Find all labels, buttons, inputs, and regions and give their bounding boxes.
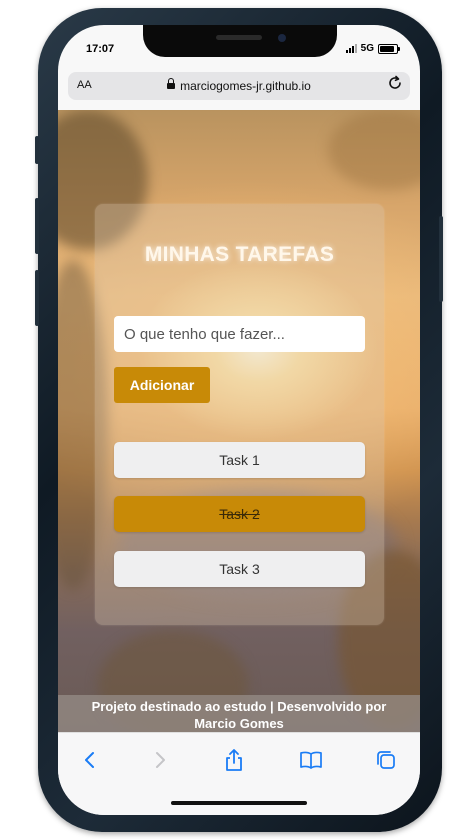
reload-icon[interactable] bbox=[386, 74, 404, 97]
notch bbox=[143, 25, 337, 57]
power-button bbox=[439, 216, 443, 302]
task-item-completed[interactable]: Task 2 bbox=[114, 496, 365, 532]
status-time: 17:07 bbox=[86, 43, 115, 55]
todo-card: MINHAS TAREFAS Adicionar Task 1 Task 2 T… bbox=[95, 204, 384, 625]
footer-text-line1: Projeto destinado ao estudo | Desenvolvi… bbox=[91, 699, 387, 714]
mute-switch bbox=[35, 136, 39, 164]
browser-toolbar bbox=[58, 732, 420, 815]
web-content: MINHAS TAREFAS Adicionar Task 1 Task 2 T… bbox=[58, 110, 420, 732]
footer-text-line2: Marcio Gomes bbox=[194, 716, 284, 731]
background-foliage-right bbox=[328, 110, 420, 190]
page-title: MINHAS TAREFAS bbox=[144, 243, 335, 266]
back-icon[interactable] bbox=[78, 747, 102, 773]
phone-screen: 17:07 5G AA marciogomes-jr.github.io MIN… bbox=[58, 25, 420, 815]
footer: Projeto destinado ao estudo | Desenvolvi… bbox=[58, 695, 420, 732]
tabs-icon[interactable] bbox=[374, 747, 398, 773]
forward-icon[interactable] bbox=[148, 747, 172, 773]
network-label: 5G bbox=[360, 43, 374, 54]
lock-icon bbox=[167, 78, 176, 89]
add-button[interactable]: Adicionar bbox=[114, 367, 210, 403]
task-item[interactable]: Task 3 bbox=[114, 551, 365, 587]
front-camera bbox=[278, 34, 286, 42]
bookmarks-icon[interactable] bbox=[298, 747, 324, 773]
task-item[interactable]: Task 1 bbox=[114, 442, 365, 478]
volume-up-button bbox=[35, 198, 39, 254]
url-text: marciogomes-jr.github.io bbox=[180, 79, 311, 93]
home-indicator[interactable] bbox=[171, 801, 307, 805]
url-display[interactable]: marciogomes-jr.github.io bbox=[68, 78, 410, 93]
signal-icon bbox=[345, 44, 357, 53]
status-indicators: 5G bbox=[345, 43, 400, 54]
volume-down-button bbox=[35, 270, 39, 326]
address-bar[interactable]: AA marciogomes-jr.github.io bbox=[68, 72, 410, 100]
speaker bbox=[216, 35, 262, 40]
task-input[interactable] bbox=[114, 316, 365, 352]
battery-icon bbox=[378, 43, 400, 54]
share-icon[interactable] bbox=[222, 747, 246, 773]
